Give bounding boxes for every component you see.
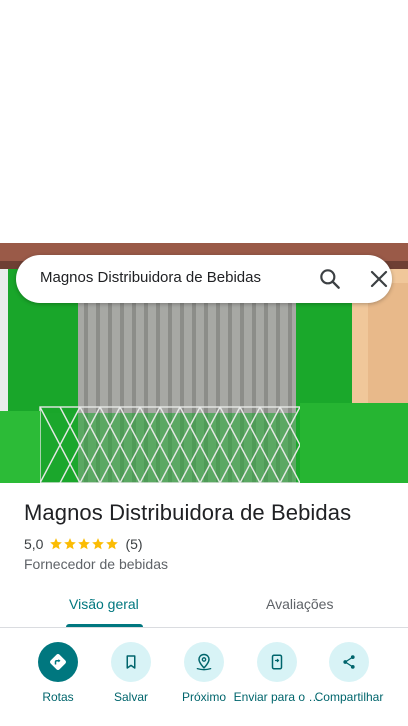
rating-row[interactable]: 5,0 (5) (24, 535, 143, 553)
share-label: Compartilhar (314, 690, 384, 704)
directions-button[interactable]: Rotas (20, 640, 96, 726)
save-button[interactable]: Salvar (93, 640, 169, 726)
search-bar[interactable]: Magnos Distribuidora de Bebidas (16, 255, 392, 303)
review-count[interactable]: (5) (125, 536, 142, 552)
map-area-blank (0, 0, 408, 243)
share-button[interactable]: Compartilhar (311, 640, 387, 726)
tabs-divider (0, 627, 408, 628)
tab-reviews-label: Avaliações (266, 596, 334, 612)
star-icon (50, 538, 63, 550)
send-to-phone-button[interactable]: Enviar para o … (234, 640, 320, 726)
nearby-button[interactable]: Próximo (166, 640, 242, 726)
directions-icon (38, 642, 78, 682)
share-icon (329, 642, 369, 682)
place-category[interactable]: Fornecedor de bebidas (24, 556, 168, 572)
bookmark-icon (111, 642, 151, 682)
tab-overview-label: Visão geral (69, 596, 139, 612)
star-icon (78, 538, 91, 550)
nearby-label: Próximo (181, 690, 226, 704)
action-buttons-row: Rotas Salvar Próximo Enviar para o … Com… (0, 640, 408, 726)
nearby-icon (184, 642, 224, 682)
send-to-phone-icon (257, 642, 297, 682)
search-query-text[interactable]: Magnos Distribuidora de Bebidas (40, 269, 261, 286)
star-icon (106, 538, 119, 550)
star-icon (64, 538, 77, 550)
tab-overview[interactable]: Visão geral (0, 586, 212, 627)
star-icon (92, 538, 105, 550)
close-icon[interactable] (367, 267, 391, 291)
tab-reviews[interactable]: Avaliações (212, 586, 408, 627)
star-rating (49, 537, 119, 551)
directions-label: Rotas (42, 690, 74, 704)
place-tabs: Visão geral Avaliações (0, 586, 408, 628)
save-label: Salvar (113, 690, 148, 704)
place-name: Magnos Distribuidora de Bebidas (24, 500, 352, 525)
search-icon[interactable] (317, 266, 343, 292)
rating-value: 5,0 (24, 536, 44, 552)
